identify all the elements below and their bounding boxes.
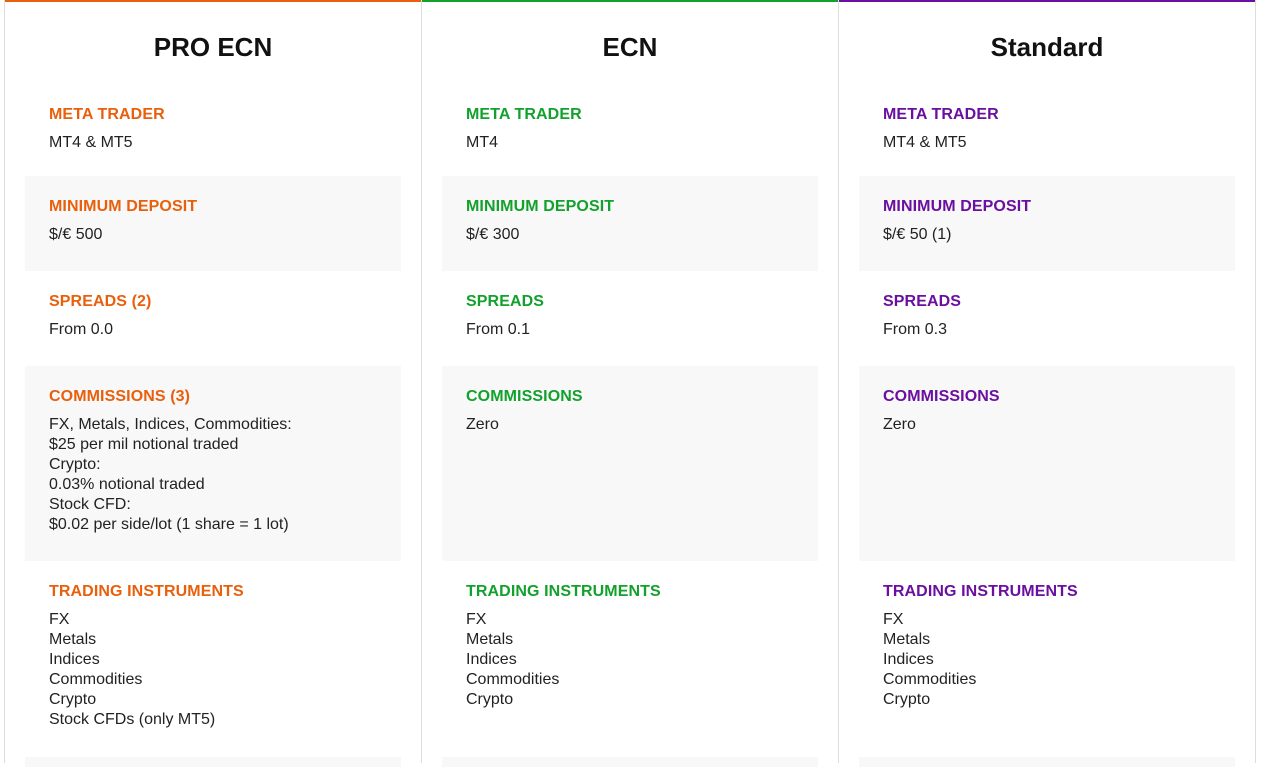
minimum-deposit-section: MINIMUM DEPOSIT $/€ 300 xyxy=(442,176,818,271)
spreads-section: SPREADS From 0.3 xyxy=(859,271,1235,366)
commissions-line: Zero xyxy=(883,416,916,433)
next-section xyxy=(859,757,1235,767)
next-section xyxy=(442,757,818,767)
trading-instruments-section: TRADING INSTRUMENTS FX Metals Indices Co… xyxy=(25,561,401,759)
minimum-deposit-section: MINIMUM DEPOSIT $/€ 50 (1) xyxy=(859,176,1235,271)
instrument-item: FX xyxy=(49,611,70,628)
minimum-deposit-value: $/€ 500 xyxy=(49,226,103,243)
instrument-item: Commodities xyxy=(49,671,143,688)
meta-trader-label: META TRADER xyxy=(466,106,582,123)
trading-instruments-label: TRADING INSTRUMENTS xyxy=(883,583,1078,600)
instrument-item: FX xyxy=(466,611,487,628)
instrument-item: Metals xyxy=(466,631,514,648)
minimum-deposit-value: $/€ 50 (1) xyxy=(883,226,952,243)
commissions-line: 0.03% notional traded xyxy=(49,476,205,493)
trading-instruments-list: FX Metals Indices Commodities Crypto xyxy=(466,610,559,710)
meta-trader-section: META TRADER MT4 xyxy=(442,84,818,176)
trading-instruments-section: TRADING INSTRUMENTS FX Metals Indices Co… xyxy=(859,561,1235,759)
meta-trader-section: META TRADER MT4 & MT5 xyxy=(25,84,401,176)
instrument-item: Metals xyxy=(883,631,931,648)
trading-instruments-list: FX Metals Indices Commodities Crypto xyxy=(883,610,976,710)
instrument-item: Indices xyxy=(466,651,517,668)
meta-trader-section: META TRADER MT4 & MT5 xyxy=(859,84,1235,176)
commissions-line: FX, Metals, Indices, Commodities: xyxy=(49,416,292,433)
spreads-section: SPREADS From 0.1 xyxy=(442,271,818,366)
spreads-section: SPREADS (2) From 0.0 xyxy=(25,271,401,366)
plan-accent-bar xyxy=(422,0,838,2)
instrument-item: Commodities xyxy=(883,671,977,688)
trading-instruments-label: TRADING INSTRUMENTS xyxy=(466,583,661,600)
spreads-label: SPREADS xyxy=(466,293,545,310)
plan-column-pro-ecn: PRO ECN META TRADER MT4 & MT5 MINIMUM DE… xyxy=(4,0,421,767)
commissions-line: $0.02 per side/lot (1 share = 1 lot) xyxy=(49,516,289,533)
minimum-deposit-label: MINIMUM DEPOSIT xyxy=(49,198,198,215)
instrument-item: FX xyxy=(883,611,904,628)
spreads-label: SPREADS (2) xyxy=(49,293,152,310)
instrument-item: Stock CFDs (only MT5) xyxy=(49,711,216,728)
spreads-value: From 0.1 xyxy=(466,321,531,338)
meta-trader-value: MT4 & MT5 xyxy=(49,134,133,151)
commissions-section: COMMISSIONS (3) FX, Metals, Indices, Com… xyxy=(25,366,401,561)
plan-column-standard: Standard META TRADER MT4 & MT5 MINIMUM D… xyxy=(838,0,1256,767)
instrument-item: Crypto xyxy=(883,691,931,708)
commissions-value: Zero xyxy=(883,415,916,435)
instrument-item: Crypto xyxy=(466,691,514,708)
commissions-line: Crypto: xyxy=(49,456,101,473)
trading-instruments-label: TRADING INSTRUMENTS xyxy=(49,583,244,600)
commissions-label: COMMISSIONS (3) xyxy=(49,388,191,405)
trading-instruments-section: TRADING INSTRUMENTS FX Metals Indices Co… xyxy=(442,561,818,759)
minimum-deposit-value: $/€ 300 xyxy=(466,226,520,243)
meta-trader-label: META TRADER xyxy=(49,106,165,123)
commissions-value: Zero xyxy=(466,415,499,435)
meta-trader-label: META TRADER xyxy=(883,106,999,123)
commissions-section: COMMISSIONS Zero xyxy=(442,366,818,561)
minimum-deposit-section: MINIMUM DEPOSIT $/€ 500 xyxy=(25,176,401,271)
instrument-item: Crypto xyxy=(49,691,97,708)
minimum-deposit-label: MINIMUM DEPOSIT xyxy=(883,198,1032,215)
instrument-item: Metals xyxy=(49,631,97,648)
commissions-label: COMMISSIONS xyxy=(883,388,1000,405)
instrument-item: Commodities xyxy=(466,671,560,688)
spreads-value: From 0.3 xyxy=(883,321,948,338)
meta-trader-value: MT4 & MT5 xyxy=(883,134,967,151)
instrument-item: Indices xyxy=(49,651,100,668)
plan-title: Standard xyxy=(990,32,1104,62)
meta-trader-value: MT4 xyxy=(466,134,498,151)
minimum-deposit-label: MINIMUM DEPOSIT xyxy=(466,198,615,215)
next-section xyxy=(25,757,401,767)
commissions-line: $25 per mil notional traded xyxy=(49,436,239,453)
plan-accent-bar xyxy=(5,0,421,2)
instrument-item: Indices xyxy=(883,651,934,668)
commissions-label: COMMISSIONS xyxy=(466,388,583,405)
spreads-label: SPREADS xyxy=(883,293,962,310)
spreads-value: From 0.0 xyxy=(49,321,114,338)
plan-title: ECN xyxy=(602,32,658,62)
plan-accent-bar xyxy=(839,0,1255,2)
commissions-value: FX, Metals, Indices, Commodities: $25 pe… xyxy=(49,415,292,535)
account-plans-comparison: PRO ECN META TRADER MT4 & MT5 MINIMUM DE… xyxy=(4,0,1256,767)
commissions-line: Stock CFD: xyxy=(49,496,131,513)
commissions-section: COMMISSIONS Zero xyxy=(859,366,1235,561)
plan-title: PRO ECN xyxy=(153,32,273,62)
commissions-line: Zero xyxy=(466,416,499,433)
plan-column-ecn: ECN META TRADER MT4 MINIMUM DEPOSIT $/€ … xyxy=(421,0,838,767)
trading-instruments-list: FX Metals Indices Commodities Crypto Sto… xyxy=(49,610,215,730)
